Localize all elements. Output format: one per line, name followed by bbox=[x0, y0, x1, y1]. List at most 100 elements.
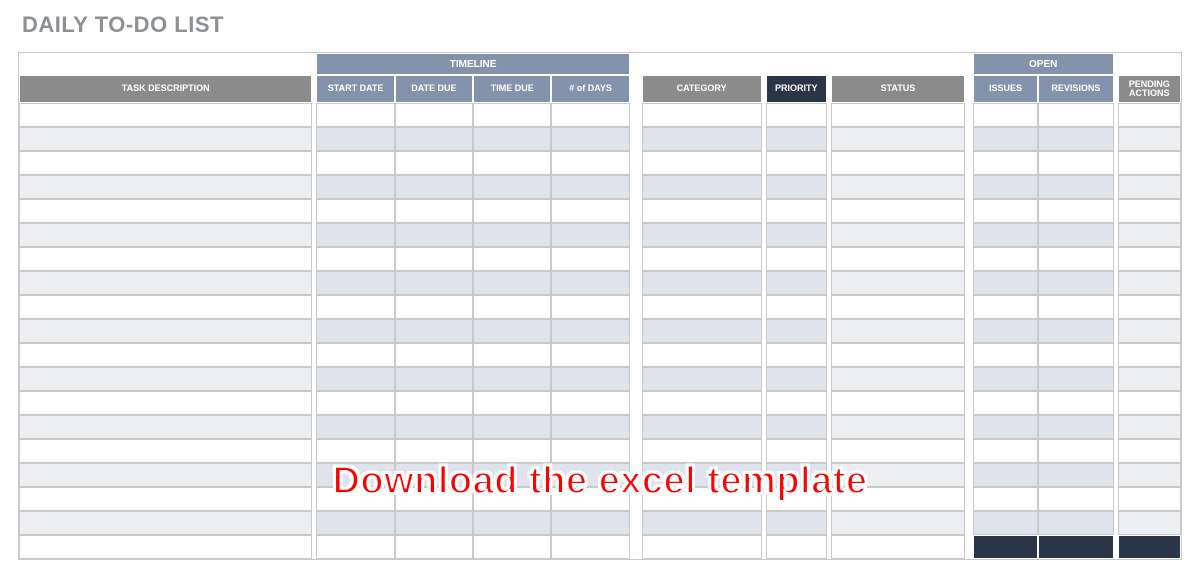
cell-pending-actions[interactable] bbox=[1118, 391, 1181, 415]
cell-date-due[interactable] bbox=[395, 223, 473, 247]
cell-task-description[interactable] bbox=[19, 415, 312, 439]
cell-start-date[interactable] bbox=[316, 487, 394, 511]
cell-issues[interactable] bbox=[973, 223, 1038, 247]
cell-start-date[interactable] bbox=[316, 343, 394, 367]
cell-start-date[interactable] bbox=[316, 103, 394, 127]
cell-time-due[interactable] bbox=[473, 151, 551, 175]
cell-status[interactable] bbox=[831, 199, 965, 223]
cell-pending-actions[interactable] bbox=[1118, 127, 1181, 151]
cell-start-date[interactable] bbox=[316, 199, 394, 223]
cell-pending-actions[interactable] bbox=[1118, 319, 1181, 343]
cell-time-due[interactable] bbox=[473, 367, 551, 391]
cell-num-days[interactable] bbox=[551, 487, 629, 511]
cell-pending-actions[interactable] bbox=[1118, 199, 1181, 223]
cell-date-due[interactable] bbox=[395, 343, 473, 367]
cell-num-days[interactable] bbox=[551, 343, 629, 367]
cell-category[interactable] bbox=[642, 295, 762, 319]
cell-date-due[interactable] bbox=[395, 463, 473, 487]
cell-start-date[interactable] bbox=[316, 367, 394, 391]
cell-issues[interactable] bbox=[973, 271, 1038, 295]
cell-priority[interactable] bbox=[766, 271, 827, 295]
cell-issues[interactable] bbox=[973, 511, 1038, 535]
cell-task-description[interactable] bbox=[19, 127, 312, 151]
cell-category[interactable] bbox=[642, 151, 762, 175]
cell-time-due[interactable] bbox=[473, 295, 551, 319]
cell-task-description[interactable] bbox=[19, 367, 312, 391]
cell-status[interactable] bbox=[831, 175, 965, 199]
cell-revisions[interactable] bbox=[1038, 247, 1113, 271]
cell-priority[interactable] bbox=[766, 199, 827, 223]
cell-issues[interactable] bbox=[973, 463, 1038, 487]
cell-start-date[interactable] bbox=[316, 151, 394, 175]
cell-status[interactable] bbox=[831, 247, 965, 271]
cell-status[interactable] bbox=[831, 511, 965, 535]
cell-category[interactable] bbox=[642, 343, 762, 367]
cell-revisions[interactable] bbox=[1038, 151, 1113, 175]
cell-priority[interactable] bbox=[766, 343, 827, 367]
cell-issues[interactable] bbox=[973, 175, 1038, 199]
cell-pending-actions[interactable] bbox=[1118, 463, 1181, 487]
cell-category[interactable] bbox=[642, 391, 762, 415]
cell-status[interactable] bbox=[831, 127, 965, 151]
cell-num-days[interactable] bbox=[551, 415, 629, 439]
cell-issues[interactable] bbox=[973, 103, 1038, 127]
cell-date-due[interactable] bbox=[395, 175, 473, 199]
cell-priority[interactable] bbox=[766, 247, 827, 271]
cell-category[interactable] bbox=[642, 199, 762, 223]
cell-date-due[interactable] bbox=[395, 415, 473, 439]
cell-start-date[interactable] bbox=[316, 463, 394, 487]
cell-status[interactable] bbox=[831, 271, 965, 295]
cell-revisions[interactable] bbox=[1038, 463, 1113, 487]
cell-issues[interactable] bbox=[973, 247, 1038, 271]
cell-priority[interactable] bbox=[766, 151, 827, 175]
cell-priority[interactable] bbox=[766, 463, 827, 487]
cell-revisions[interactable] bbox=[1038, 487, 1113, 511]
cell-num-days[interactable] bbox=[551, 319, 629, 343]
cell-priority[interactable] bbox=[766, 487, 827, 511]
cell-date-due[interactable] bbox=[395, 151, 473, 175]
cell-num-days[interactable] bbox=[551, 103, 629, 127]
cell-start-date[interactable] bbox=[316, 295, 394, 319]
cell-revisions[interactable] bbox=[1038, 103, 1113, 127]
cell-date-due[interactable] bbox=[395, 439, 473, 463]
cell-revisions[interactable] bbox=[1038, 175, 1113, 199]
cell-pending-actions[interactable] bbox=[1118, 343, 1181, 367]
cell-revisions[interactable] bbox=[1038, 367, 1113, 391]
cell-issues[interactable] bbox=[973, 295, 1038, 319]
cell-num-days[interactable] bbox=[551, 127, 629, 151]
cell-revisions[interactable] bbox=[1038, 223, 1113, 247]
cell-priority[interactable] bbox=[766, 103, 827, 127]
cell-status[interactable] bbox=[831, 367, 965, 391]
cell-priority[interactable] bbox=[766, 127, 827, 151]
cell-pending-actions[interactable] bbox=[1118, 511, 1181, 535]
cell-task-description[interactable] bbox=[19, 271, 312, 295]
cell-priority[interactable] bbox=[766, 295, 827, 319]
cell-time-due[interactable] bbox=[473, 103, 551, 127]
cell-status[interactable] bbox=[831, 391, 965, 415]
cell-issues[interactable] bbox=[973, 127, 1038, 151]
cell-priority[interactable] bbox=[766, 223, 827, 247]
cell-time-due[interactable] bbox=[473, 343, 551, 367]
cell-priority[interactable] bbox=[766, 439, 827, 463]
cell-revisions[interactable] bbox=[1038, 271, 1113, 295]
cell-date-due[interactable] bbox=[395, 127, 473, 151]
cell-task-description[interactable] bbox=[19, 175, 312, 199]
cell-num-days[interactable] bbox=[551, 271, 629, 295]
cell-num-days[interactable] bbox=[551, 511, 629, 535]
cell-time-due[interactable] bbox=[473, 319, 551, 343]
cell-time-due[interactable] bbox=[473, 415, 551, 439]
cell-start-date[interactable] bbox=[316, 391, 394, 415]
cell-date-due[interactable] bbox=[395, 511, 473, 535]
cell-category[interactable] bbox=[642, 127, 762, 151]
cell-category[interactable] bbox=[642, 439, 762, 463]
cell-time-due[interactable] bbox=[473, 463, 551, 487]
cell-issues[interactable] bbox=[973, 319, 1038, 343]
cell-start-date[interactable] bbox=[316, 439, 394, 463]
cell-revisions[interactable] bbox=[1038, 439, 1113, 463]
cell-task-description[interactable] bbox=[19, 319, 312, 343]
cell-num-days[interactable] bbox=[551, 295, 629, 319]
cell-status[interactable] bbox=[831, 463, 965, 487]
cell-issues[interactable] bbox=[973, 487, 1038, 511]
cell-start-date[interactable] bbox=[316, 415, 394, 439]
cell-task-description[interactable] bbox=[19, 511, 312, 535]
